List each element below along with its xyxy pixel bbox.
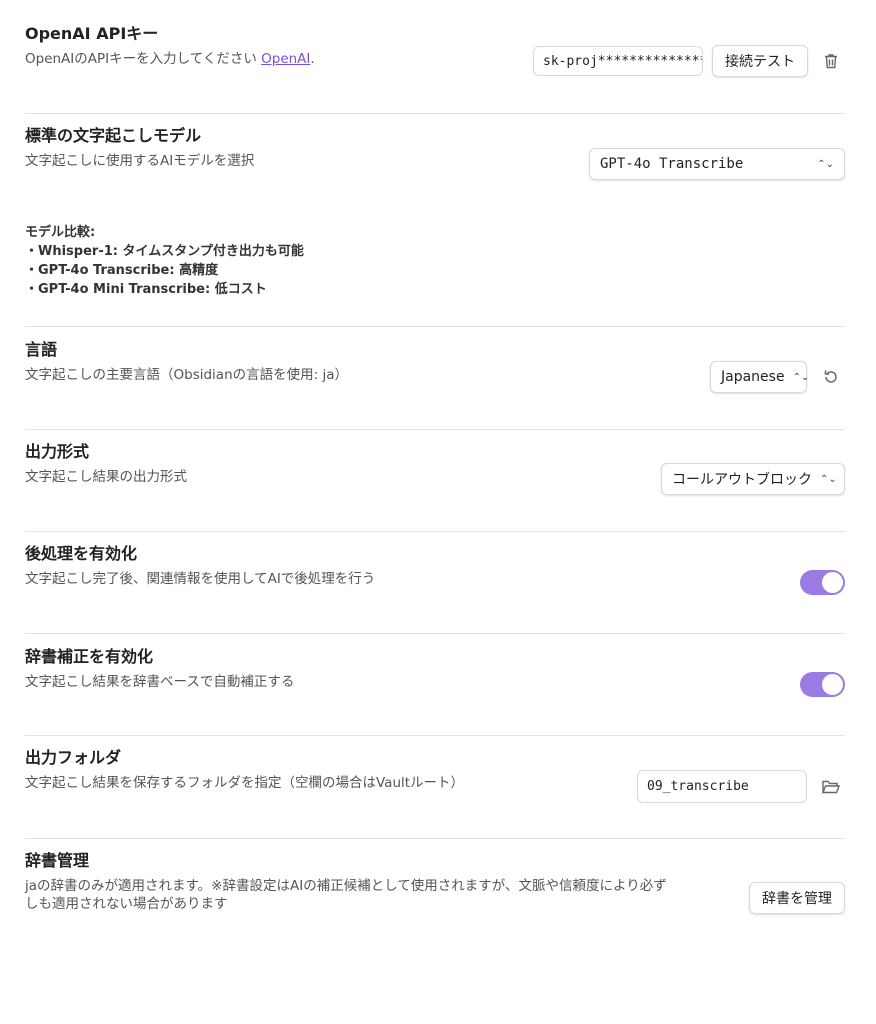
setting-dictionary-management: 辞書管理 jaの辞書のみが適用されます。※辞書設定はAIの補正候補として使用され… (25, 851, 845, 914)
postprocess-toggle[interactable] (800, 570, 845, 595)
settings-page: OpenAI APIキー OpenAIのAPIキーを入力してください OpenA… (0, 0, 876, 1024)
reset-icon[interactable] (817, 363, 845, 391)
setting-output-format: 出力形式 文字起こし結果の出力形式 コールアウトブロック ⌃⌄ (25, 442, 845, 495)
divider (25, 531, 845, 532)
setting-title: 標準の文字起こしモデル (25, 126, 202, 145)
comparison-line: ・GPT-4o Mini Transcribe: 低コスト (25, 282, 267, 297)
setting-language: 言語 文字起こしの主要言語（Obsidianの言語を使用: ja） Japane… (25, 340, 845, 393)
divider (25, 838, 845, 839)
comparison-title: モデル比較: (25, 225, 96, 240)
setting-api-key: OpenAI APIキー OpenAIのAPIキーを入力してください OpenA… (25, 24, 845, 77)
folder-icon[interactable] (817, 773, 845, 801)
model-comparison: モデル比較: ・Whisper-1: タイムスタンプ付き出力も可能 ・GPT-4… (25, 223, 845, 299)
language-select[interactable]: Japanese ⌃⌄ (710, 361, 810, 393)
setting-description: jaの辞書のみが適用されます。※辞書設定はAIの補正候補として使用されますが、文… (25, 878, 667, 912)
output-format-select[interactable]: コールアウトブロック ⌃⌄ (661, 463, 845, 495)
setting-model: 標準の文字起こしモデル 文字起こしに使用するAIモデルを選択 GPT-4o Tr… (25, 126, 845, 180)
setting-title: 後処理を有効化 (25, 544, 138, 563)
setting-title: OpenAI APIキー (25, 24, 159, 43)
setting-title: 辞書管理 (25, 851, 90, 870)
setting-title: 辞書補正を有効化 (25, 647, 154, 666)
toggle-knob (822, 572, 843, 593)
setting-title: 出力形式 (25, 442, 90, 461)
setting-title: 出力フォルダ (25, 748, 122, 767)
divider (25, 326, 845, 327)
setting-dictionary-correction: 辞書補正を有効化 文字起こし結果を辞書ベースで自動補正する (25, 647, 845, 697)
dictionary-correction-toggle[interactable] (800, 672, 845, 697)
divider (25, 429, 845, 430)
model-select[interactable]: GPT-4o Transcribe ⌃⌄ (589, 148, 845, 180)
api-key-input[interactable]: sk-proj************** (533, 46, 703, 76)
divider (25, 633, 845, 634)
setting-description: 文字起こし結果を辞書ベースで自動補正する (25, 674, 295, 690)
trash-icon[interactable] (817, 47, 845, 75)
chevron-updown-icon: ⌃⌄ (817, 158, 834, 170)
output-folder-input[interactable]: 09_transcribe (637, 770, 807, 803)
setting-description: 文字起こし完了後、関連情報を使用してAIで後処理を行う (25, 571, 376, 587)
divider (25, 113, 845, 114)
divider (25, 735, 845, 736)
setting-output-folder: 出力フォルダ 文字起こし結果を保存するフォルダを指定（空欄の場合はVaultルー… (25, 748, 845, 803)
setting-title: 言語 (25, 340, 58, 359)
toggle-knob (822, 674, 843, 695)
chevron-updown-icon: ⌃⌄ (792, 371, 810, 383)
connection-test-button[interactable]: 接続テスト (712, 45, 808, 77)
comparison-line: ・Whisper-1: タイムスタンプ付き出力も可能 (25, 244, 304, 259)
chevron-updown-icon: ⌃⌄ (820, 473, 837, 485)
openai-link[interactable]: OpenAI (261, 51, 310, 67)
comparison-line: ・GPT-4o Transcribe: 高精度 (25, 263, 219, 278)
manage-dictionary-button[interactable]: 辞書を管理 (749, 882, 845, 914)
setting-postprocess: 後処理を有効化 文字起こし完了後、関連情報を使用してAIで後処理を行う (25, 544, 845, 595)
